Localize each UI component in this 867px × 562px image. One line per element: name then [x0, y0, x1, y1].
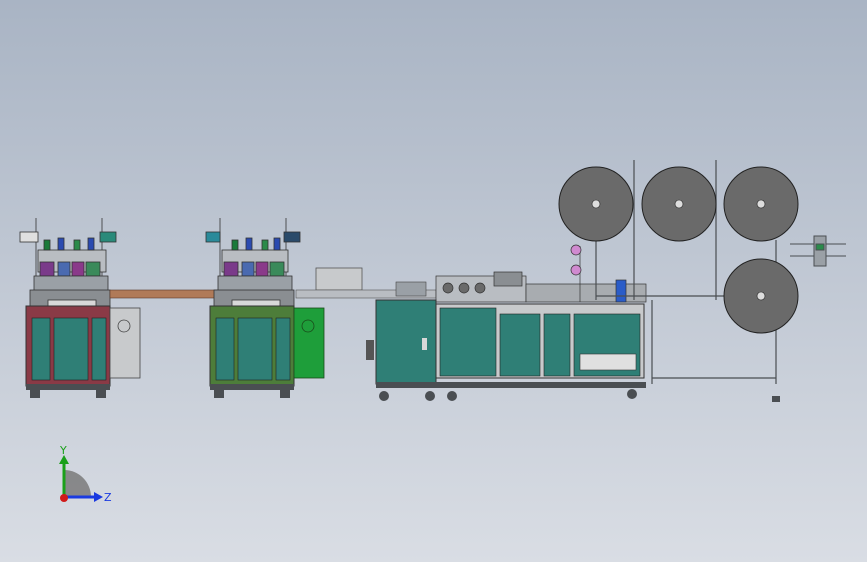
main-base: [376, 382, 646, 388]
machine2-side-panel: [293, 307, 325, 379]
caster-wheel-icon: [214, 390, 224, 398]
assembly-scene: Y Z: [0, 0, 867, 562]
main-door-1[interactable]: [439, 307, 497, 377]
transfer-conveyor-1: [109, 289, 221, 299]
control-panel-icon[interactable]: [579, 353, 637, 371]
roll-hub: [756, 291, 766, 301]
main-door-2[interactable]: [499, 313, 541, 377]
machine2-door-left[interactable]: [215, 317, 235, 381]
caster-wheel-icon: [280, 390, 290, 398]
x-axis-marker: [60, 494, 68, 502]
roll-hub: [591, 199, 601, 209]
machine1-door-left[interactable]: [31, 317, 51, 381]
machine1-side-panel: [109, 307, 141, 379]
z-axis-label: Z: [104, 491, 112, 504]
machine2-base: [210, 384, 294, 390]
roll-hub: [674, 199, 684, 209]
machine2-door-right[interactable]: [275, 317, 291, 381]
door-handle-icon: [422, 338, 427, 350]
machine2-door-center[interactable]: [237, 317, 273, 381]
caster-wheel-icon: [627, 389, 637, 399]
roll-hub: [756, 199, 766, 209]
machine1-door-right[interactable]: [91, 317, 107, 381]
caster-wheel-icon: [379, 391, 389, 401]
main-door-3[interactable]: [543, 313, 571, 377]
caster-wheel-icon: [96, 390, 106, 398]
y-axis-label: Y: [59, 444, 67, 457]
caster-wheel-icon: [425, 391, 435, 401]
caster-wheel-icon: [447, 391, 457, 401]
caster-wheel-icon: [30, 390, 40, 398]
machine1-door-center[interactable]: [53, 317, 89, 381]
machine1-base: [26, 384, 110, 390]
air-filter-regulator: [366, 340, 374, 360]
caster-wheel-icon: [772, 396, 780, 402]
cad-viewport[interactable]: Y Z: [0, 0, 867, 562]
